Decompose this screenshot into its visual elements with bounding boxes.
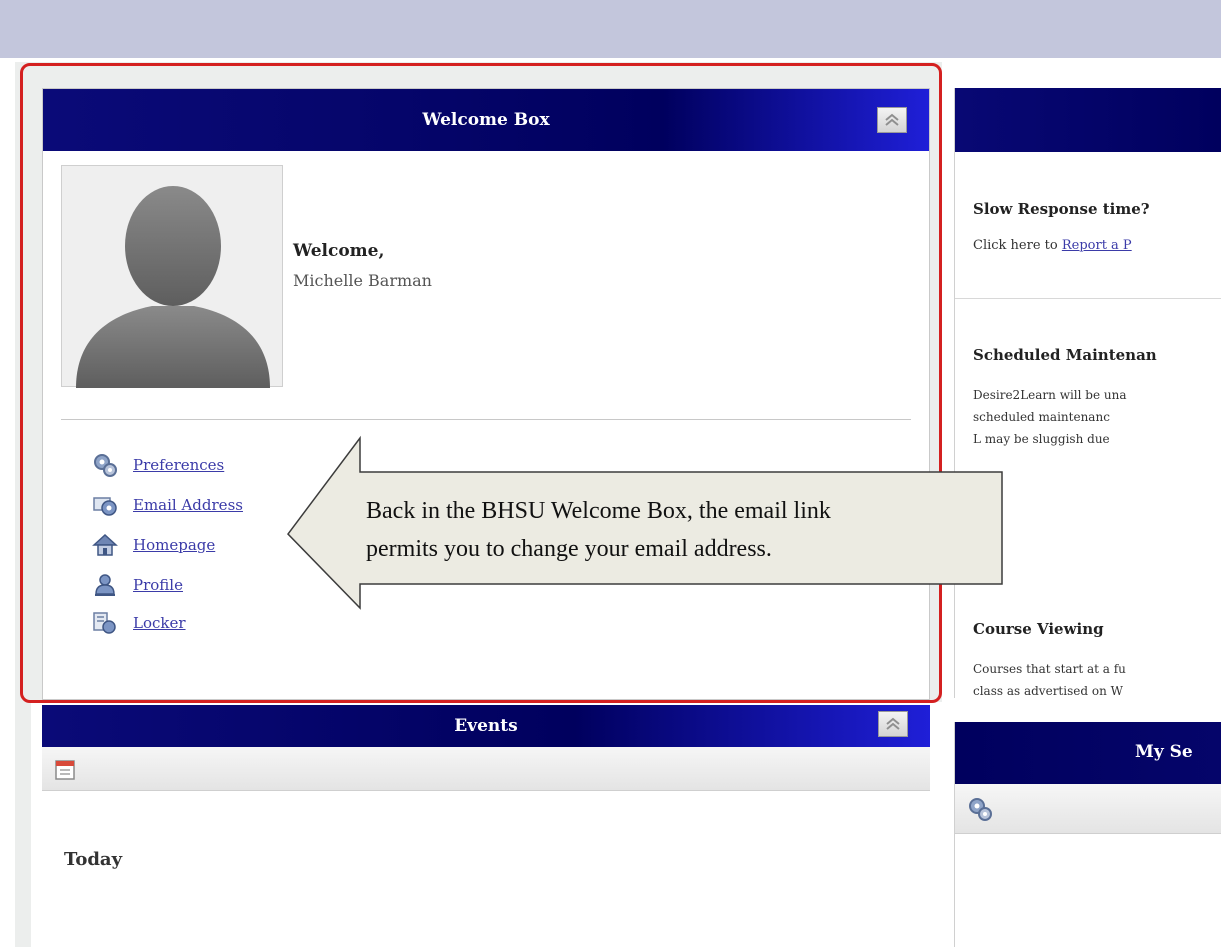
callout-line-2: permits you to change your email address…	[366, 536, 772, 562]
gears-icon[interactable]	[967, 796, 993, 826]
news-item-text: class as advertised on W	[973, 684, 1123, 698]
callout-text: Back in the BHSU Welcome Box, the email …	[366, 492, 996, 568]
news-item-text: scheduled maintenanc	[973, 410, 1110, 424]
report-problem-link[interactable]: Report a P	[1062, 238, 1132, 253]
collapse-button[interactable]	[878, 711, 908, 737]
events-today-label: Today	[64, 849, 123, 870]
callout-line-1: Back in the BHSU Welcome Box, the email …	[366, 498, 831, 524]
calendar-icon[interactable]	[54, 757, 76, 785]
my-settings-title: My Se	[1135, 742, 1193, 762]
callout-annotation: Back in the BHSU Welcome Box, the email …	[286, 434, 1004, 610]
news-header	[955, 88, 1221, 152]
news-item-title: Scheduled Maintenan	[973, 346, 1157, 364]
my-settings-header: My Se	[955, 722, 1221, 784]
top-banner	[0, 0, 1221, 58]
my-settings-toolbar	[955, 784, 1221, 834]
chevron-up-icon	[886, 717, 900, 730]
news-item-prefix: Click here to	[973, 238, 1062, 253]
events-header: Events	[42, 705, 930, 747]
events-widget: Events Today	[42, 705, 930, 947]
news-item-text: Click here to Report a P	[973, 238, 1132, 253]
news-item-text: Desire2Learn will be una	[973, 388, 1127, 402]
events-title: Events	[454, 716, 518, 736]
my-settings-widget: My Se	[954, 722, 1221, 947]
news-item-title: Course Viewing	[973, 620, 1104, 638]
news-item-title: Slow Response time?	[973, 200, 1150, 218]
news-divider	[955, 298, 1221, 299]
events-toolbar	[42, 747, 930, 791]
news-item-text: Courses that start at a fu	[973, 662, 1126, 676]
